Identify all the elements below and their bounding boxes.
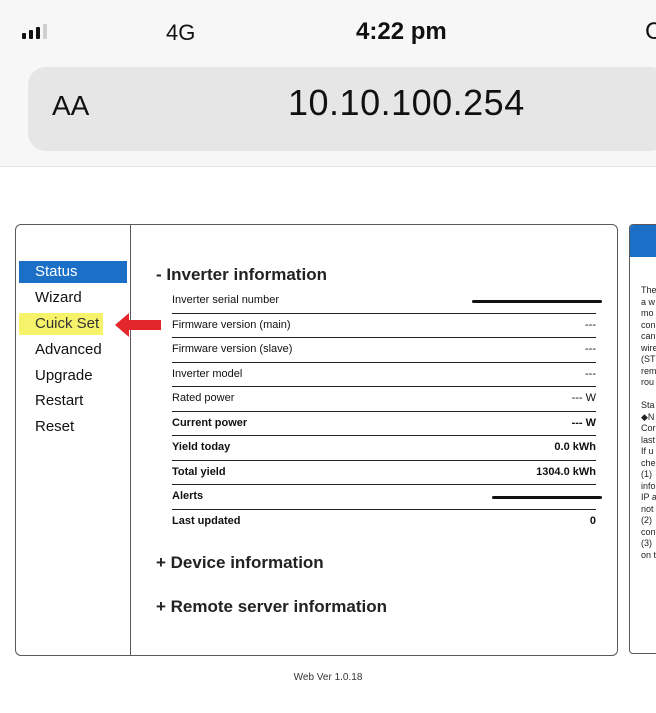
url-text[interactable]: 10.10.100.254 xyxy=(288,82,525,124)
row-label: Yield today xyxy=(172,441,231,453)
web-version: Web Ver 1.0.18 xyxy=(293,672,363,683)
table-row: Inverter serial number xyxy=(172,289,602,314)
sidebar-item-status[interactable]: Status xyxy=(19,261,127,283)
row-label: Firmware version (main) xyxy=(172,318,291,331)
row-label: Alerts xyxy=(172,490,204,502)
redaction-mark xyxy=(492,496,602,499)
sidebar-item-quick-set[interactable]: Cuick Set xyxy=(19,313,103,335)
table-row: Current power --- W xyxy=(172,412,596,436)
table-row: Firmware version (main) --- xyxy=(172,314,596,338)
help-panel-text: The a w mo con can wire (ST rem rou Sta … xyxy=(641,285,656,560)
sidebar-item-reset[interactable]: Reset xyxy=(19,416,127,438)
inverter-information-section: - Inverter information Inverter serial n… xyxy=(156,265,602,527)
status-bar: 4G 4:22 pm C xyxy=(0,0,656,62)
row-value: --- W xyxy=(571,392,596,404)
reader-mode-button[interactable]: AA xyxy=(52,90,89,122)
sidebar: Status Wizard Cuick Set Advanced Upgrade… xyxy=(16,225,131,655)
table-row: Last updated 0 xyxy=(172,510,596,534)
main-panel: Status Wizard Cuick Set Advanced Upgrade… xyxy=(15,224,618,656)
table-row: Rated power --- W xyxy=(172,387,596,412)
row-label: Current power xyxy=(172,416,248,429)
help-panel: The a w mo con can wire (ST rem rou Sta … xyxy=(629,224,656,654)
clock: 4:22 pm xyxy=(356,18,447,45)
row-value: --- W xyxy=(571,416,596,429)
sidebar-item-wizard[interactable]: Wizard xyxy=(19,287,127,309)
browser-address-bar: AA 10.10.100.254 xyxy=(0,62,656,167)
table-row: Yield today 0.0 kWh xyxy=(172,436,596,461)
row-value: 0.0 kWh xyxy=(554,441,596,453)
help-panel-header xyxy=(630,225,656,257)
redaction-mark xyxy=(472,300,602,303)
row-value: --- xyxy=(585,318,596,331)
sidebar-item-upgrade[interactable]: Upgrade xyxy=(19,365,127,387)
network-type: 4G xyxy=(166,20,196,45)
remote-server-information-header[interactable]: + Remote server information xyxy=(156,597,387,617)
device-information-header[interactable]: + Device information xyxy=(156,553,324,573)
row-label: Rated power xyxy=(172,392,235,404)
row-label: Last updated xyxy=(172,514,241,527)
signal-strength-icon xyxy=(22,24,47,39)
status-glyph-partial: C xyxy=(645,18,656,45)
sidebar-item-restart[interactable]: Restart xyxy=(19,390,127,412)
row-value: --- xyxy=(585,343,596,355)
inverter-information-header[interactable]: - Inverter information xyxy=(156,265,596,285)
red-arrow-annotation-icon xyxy=(115,313,161,337)
row-value: 1304.0 kWh xyxy=(536,465,596,478)
row-label: Firmware version (slave) xyxy=(172,343,293,355)
table-row: Firmware version (slave) --- xyxy=(172,338,596,363)
row-value: --- xyxy=(585,367,596,380)
table-row: Total yield 1304.0 kWh xyxy=(172,461,596,485)
row-label: Total yield xyxy=(172,465,226,478)
table-row: Alerts xyxy=(172,485,602,510)
row-label: Inverter model xyxy=(172,367,243,380)
row-value: 0 xyxy=(589,514,596,527)
inverter-info-table: Inverter serial number Firmware version … xyxy=(172,289,602,534)
table-row: Inverter model --- xyxy=(172,363,596,387)
sidebar-item-advanced[interactable]: Advanced xyxy=(19,339,127,361)
row-label: Inverter serial number xyxy=(172,294,279,306)
